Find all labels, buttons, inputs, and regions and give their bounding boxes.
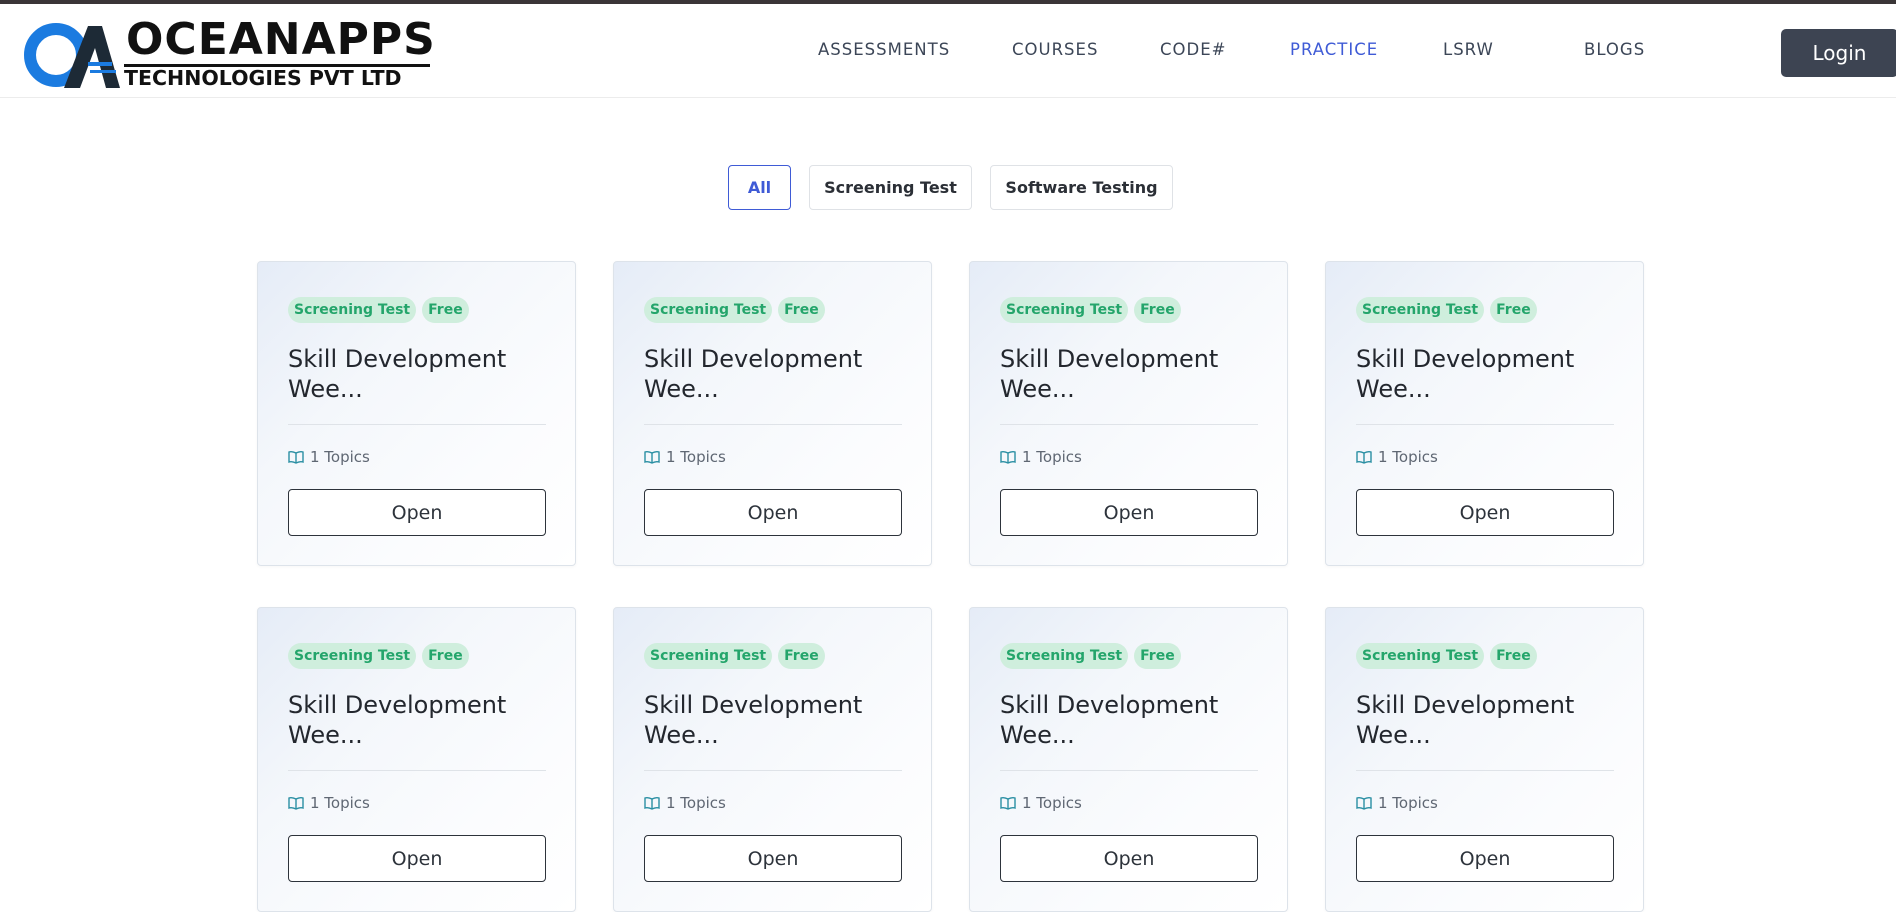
topics-label: 1 Topics (666, 448, 726, 466)
nav-courses[interactable]: COURSES (1012, 40, 1098, 60)
card-title: Skill Development Wee... (644, 691, 863, 749)
book-icon (288, 450, 304, 464)
card-title: Skill Development Wee... (288, 691, 507, 749)
topics-count: 1 Topics (1000, 448, 1082, 466)
card-badges: Screening Test Free (1356, 297, 1537, 323)
card-badges: Screening Test Free (1356, 643, 1537, 669)
card-divider (1000, 770, 1258, 771)
practice-card: Screening Test Free Skill Development Wee.… (969, 607, 1288, 912)
open-button[interactable]: Open (644, 835, 902, 882)
book-icon (1000, 796, 1016, 810)
brand-subtitle: TECHNOLOGIES PVT LTD (124, 66, 402, 90)
book-icon (644, 450, 660, 464)
book-icon (1356, 450, 1372, 464)
brand-name: OCEANAPPS (126, 14, 436, 65)
topics-count: 1 Topics (1000, 794, 1082, 812)
topics-count: 1 Topics (1356, 448, 1438, 466)
nav-assessments[interactable]: ASSESSMENTS (818, 40, 950, 60)
open-button[interactable]: Open (1000, 835, 1258, 882)
price-badge: Free (1134, 297, 1181, 323)
login-button[interactable]: Login (1781, 29, 1896, 77)
category-badge: Screening Test (1356, 643, 1485, 669)
book-icon (1000, 450, 1016, 464)
category-badge: Screening Test (288, 297, 417, 323)
card-divider (644, 424, 902, 425)
card-badges: Screening Test Free (1000, 297, 1181, 323)
card-title: Skill Development Wee... (1356, 345, 1575, 403)
card-title: Skill Development Wee... (1356, 691, 1575, 749)
practice-card: Screening Test Free Skill Development Wee.… (257, 261, 576, 566)
card-divider (288, 424, 546, 425)
open-button[interactable]: Open (1356, 835, 1614, 882)
nav-code[interactable]: CODE# (1160, 40, 1226, 60)
card-divider (288, 770, 546, 771)
card-badges: Screening Test Free (288, 297, 469, 323)
card-badges: Screening Test Free (644, 643, 825, 669)
open-button[interactable]: Open (288, 835, 546, 882)
price-badge: Free (1134, 643, 1181, 669)
card-divider (1356, 770, 1614, 771)
open-button[interactable]: Open (288, 489, 546, 536)
open-button[interactable]: Open (1356, 489, 1614, 536)
nav-lsrw[interactable]: LSRW (1443, 40, 1494, 60)
open-button[interactable]: Open (1000, 489, 1258, 536)
nav-practice[interactable]: PRACTICE (1290, 40, 1378, 60)
book-icon (644, 796, 660, 810)
category-badge: Screening Test (1000, 643, 1129, 669)
topics-label: 1 Topics (1022, 448, 1082, 466)
topics-label: 1 Topics (1022, 794, 1082, 812)
practice-card: Screening Test Free Skill Development Wee.… (1325, 607, 1644, 912)
card-badges: Screening Test Free (1000, 643, 1181, 669)
topics-label: 1 Topics (310, 794, 370, 812)
practice-card: Screening Test Free Skill Development Wee.… (613, 261, 932, 566)
topics-count: 1 Topics (288, 794, 370, 812)
practice-card: Screening Test Free Skill Development Wee.… (1325, 261, 1644, 566)
category-badge: Screening Test (644, 297, 773, 323)
open-button[interactable]: Open (644, 489, 902, 536)
category-badge: Screening Test (1356, 297, 1485, 323)
filter-all[interactable]: All (728, 165, 791, 210)
topics-label: 1 Topics (666, 794, 726, 812)
card-badges: Screening Test Free (644, 297, 825, 323)
card-badges: Screening Test Free (288, 643, 469, 669)
nav-blogs[interactable]: BLOGS (1584, 40, 1645, 60)
card-title: Skill Development Wee... (644, 345, 863, 403)
oa-logo-icon (24, 23, 120, 88)
price-badge: Free (778, 643, 825, 669)
book-icon (1356, 796, 1372, 810)
category-badge: Screening Test (644, 643, 773, 669)
card-title: Skill Development Wee... (288, 345, 507, 403)
category-badge: Screening Test (1000, 297, 1129, 323)
price-badge: Free (422, 643, 469, 669)
filter-screening-test[interactable]: Screening Test (809, 165, 972, 210)
practice-card: Screening Test Free Skill Development Wee.… (257, 607, 576, 912)
practice-card: Screening Test Free Skill Development Wee.… (969, 261, 1288, 566)
price-badge: Free (422, 297, 469, 323)
card-divider (644, 770, 902, 771)
site-header: OCEANAPPS TECHNOLOGIES PVT LTD ASSESSMEN… (0, 4, 1896, 98)
topics-label: 1 Topics (1378, 794, 1438, 812)
price-badge: Free (778, 297, 825, 323)
practice-card: Screening Test Free Skill Development Wee.… (613, 607, 932, 912)
category-badge: Screening Test (288, 643, 417, 669)
topics-count: 1 Topics (288, 448, 370, 466)
brand-logo[interactable]: OCEANAPPS TECHNOLOGIES PVT LTD (20, 16, 435, 92)
topics-count: 1 Topics (644, 448, 726, 466)
category-filters: All Screening Test Software Testing (0, 165, 1896, 211)
topics-count: 1 Topics (1356, 794, 1438, 812)
card-title: Skill Development Wee... (1000, 691, 1219, 749)
book-icon (288, 796, 304, 810)
price-badge: Free (1490, 297, 1537, 323)
card-divider (1356, 424, 1614, 425)
card-divider (1000, 424, 1258, 425)
topics-label: 1 Topics (310, 448, 370, 466)
filter-software-testing[interactable]: Software Testing (990, 165, 1173, 210)
card-title: Skill Development Wee... (1000, 345, 1219, 403)
price-badge: Free (1490, 643, 1537, 669)
topics-label: 1 Topics (1378, 448, 1438, 466)
topics-count: 1 Topics (644, 794, 726, 812)
